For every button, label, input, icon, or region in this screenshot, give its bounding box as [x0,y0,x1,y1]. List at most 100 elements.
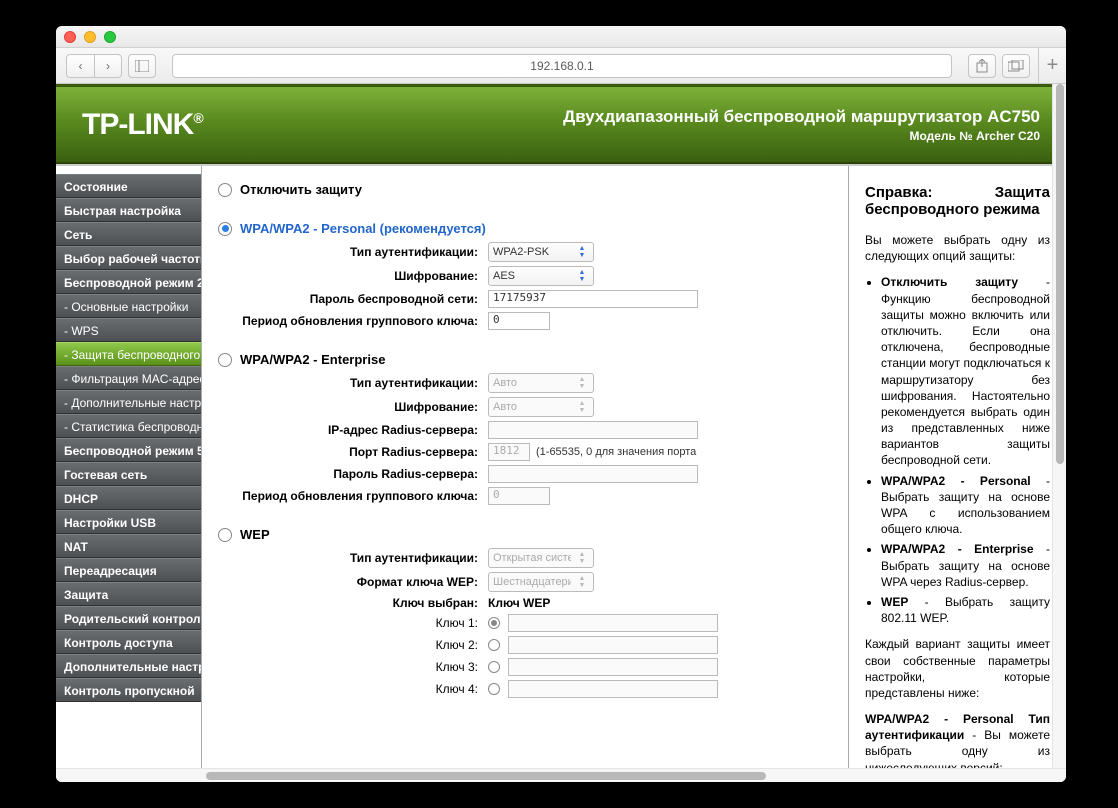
brand-logo: TP-LINK® [82,108,203,142]
help-para2: Каждый вариант защиты имеет свои собстве… [865,636,1050,701]
radius-ip-label: IP-адрес Radius-сервера: [218,423,488,437]
wep-format-select[interactable]: Шестнадцатеричный ▲▼ [488,572,594,592]
vertical-scrollbar[interactable] [1052,84,1066,768]
nav-quick-setup[interactable]: Быстрая настройка [56,198,201,222]
forward-button[interactable]: › [94,54,122,78]
wep-key1-label: Ключ 1: [218,616,488,630]
nav-dhcp[interactable]: DHCP [56,486,201,510]
radius-pw-input[interactable] [488,465,698,483]
encryption-label: Шифрование: [218,269,488,283]
group-key-input[interactable]: 0 [488,312,550,330]
wep-key-selected-label: Ключ выбран: [218,596,488,610]
wep-key4-label: Ключ 4: [218,682,488,696]
radius-pw-label: Пароль Radius-сервера: [218,467,488,481]
wep-key2-input[interactable] [508,636,718,654]
nav-network[interactable]: Сеть [56,222,201,246]
radio-wpa-personal[interactable] [218,222,232,236]
nav-stats[interactable]: - Статистика беспроводного [56,414,201,438]
nav-macfilter[interactable]: - Фильтрация MAC-адресов [56,366,201,390]
nav-guest[interactable]: Гостевая сеть [56,462,201,486]
nav-nat[interactable]: NAT [56,534,201,558]
wep-key3-label: Ключ 3: [218,660,488,674]
wep-key3-input[interactable] [508,658,718,676]
nav-security[interactable]: - Защита беспроводного [56,342,201,366]
nav-usb[interactable]: Настройки USB [56,510,201,534]
header-title: Двухдиапазонный беспроводной маршрутизат… [563,107,1040,127]
radius-port-input[interactable]: 1812 [488,443,530,461]
tabs-button[interactable] [1002,54,1030,78]
nav-extra[interactable]: Дополнительные настройки [56,654,201,678]
wep-format-label: Формат ключа WEP: [218,575,488,589]
help-panel: Справка: Защита беспроводного режима Вы … [848,166,1066,782]
ent-auth-label: Тип аутентификации: [218,376,488,390]
url-input[interactable]: 192.168.0.1 [172,54,952,78]
group-key-label: Период обновления группового ключа: [218,314,488,328]
help-bullet-personal: WPA/WPA2 - Personal - Выбрать защиту на … [881,473,1050,538]
help-para3: WPA/WPA2 - Personal Тип аутентификации -… [865,711,1050,776]
help-intro: Вы можете выбрать одну из следующих опци… [865,232,1050,264]
ent-gk-label: Период обновления группового ключа: [218,489,488,503]
wep-key1-input[interactable] [508,614,718,632]
auth-type-label: Тип аутентификации: [218,245,488,259]
ent-enc-select[interactable]: Авто ▲▼ [488,397,594,417]
encryption-select[interactable]: AES ▲▼ [488,266,594,286]
horizontal-scrollbar[interactable] [56,768,1066,782]
wep-key2-radio[interactable] [488,639,500,651]
maximize-window-button[interactable] [104,31,116,43]
new-tab-button[interactable]: + [1038,48,1066,84]
nav-parental[interactable]: Родительский контроль [56,606,201,630]
minimize-window-button[interactable] [84,31,96,43]
radius-port-note: (1-65535, 0 для значения порта [536,446,696,458]
sidebar-nav: Состояние Быстрая настройка Сеть Выбор р… [56,166,202,782]
radio-wpa-enterprise[interactable] [218,353,232,367]
nav-protection[interactable]: Защита [56,582,201,606]
tabs-icon [1008,60,1024,72]
nav-wireless24[interactable]: Беспроводной режим 2,4 ГГц [56,270,201,294]
help-bullet-enterprise: WPA/WPA2 - Enterprise - Выбрать защиту н… [881,541,1050,590]
disable-security-label: Отключить защиту [240,182,362,197]
nav-forwarding[interactable]: Переадресация [56,558,201,582]
window-titlebar [56,26,1066,48]
wep-key-selected-value: Ключ WEP [488,596,550,610]
share-button[interactable] [968,54,996,78]
help-bullet-wep: WEP - Выбрать защиту 802.11 WEP. [881,594,1050,626]
nav-access[interactable]: Контроль доступа [56,630,201,654]
radio-wep[interactable] [218,528,232,542]
nav-basic[interactable]: - Основные настройки [56,294,201,318]
sidebar-icon [135,60,149,72]
ent-gk-input[interactable]: 0 [488,487,550,505]
wep-key4-radio[interactable] [488,683,500,695]
back-button[interactable]: ‹ [66,54,94,78]
main-content: Отключить защиту WPA/WPA2 - Personal (ре… [202,166,848,782]
share-icon [976,59,988,73]
browser-toolbar: ‹ › 192.168.0.1 [56,48,1066,84]
nav-freq[interactable]: Выбор рабочей частоты [56,246,201,270]
header-model: Модель № Archer C20 [563,129,1040,143]
wep-key1-radio[interactable] [488,617,500,629]
wep-auth-label: Тип аутентификации: [218,551,488,565]
help-title: Справка: Защита беспроводного режима [865,184,1050,218]
wep-key2-label: Ключ 2: [218,638,488,652]
sidebar-toggle-button[interactable] [128,54,156,78]
auth-type-select[interactable]: WPA2-PSK ▲▼ [488,242,594,262]
wpa-personal-label: WPA/WPA2 - Personal (рекомендуется) [240,221,486,236]
nav-advanced[interactable]: - Дополнительные настройки [56,390,201,414]
nav-wireless5[interactable]: Беспроводной режим 5 ГГц [56,438,201,462]
wifi-password-label: Пароль беспроводной сети: [218,292,488,306]
ent-auth-select[interactable]: Авто ▲▼ [488,373,594,393]
wep-label: WEP [240,527,270,542]
wep-key4-input[interactable] [508,680,718,698]
radius-ip-input[interactable] [488,421,698,439]
nav-wps[interactable]: - WPS [56,318,201,342]
wifi-password-input[interactable]: 17175937 [488,290,698,308]
radio-disable-security[interactable] [218,183,232,197]
nav-status[interactable]: Состояние [56,174,201,198]
wpa-enterprise-label: WPA/WPA2 - Enterprise [240,352,385,367]
help-bullet-disable: Отключить защиту - Функцию беспроводной … [881,274,1050,468]
wep-auth-select[interactable]: Открытая система ▲▼ [488,548,594,568]
wep-key3-radio[interactable] [488,661,500,673]
nav-bandwidth[interactable]: Контроль пропускной [56,678,201,702]
close-window-button[interactable] [64,31,76,43]
radius-port-label: Порт Radius-сервера: [218,445,488,459]
router-header: TP-LINK® Двухдиапазонный беспроводной ма… [56,84,1066,164]
